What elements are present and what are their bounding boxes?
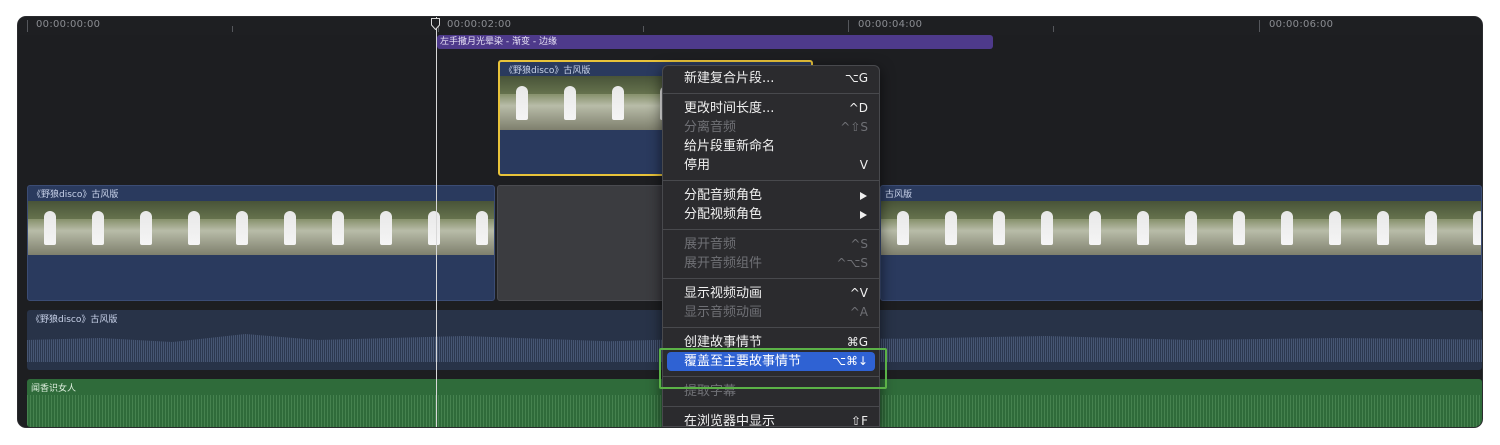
menu-separator	[663, 327, 879, 328]
menu-item-detach-audio: 分离音频 ^⇧S	[684, 120, 868, 135]
primary-video-clip-left[interactable]: 《野狼disco》古风版	[27, 185, 495, 301]
audio-clip-label: 《野狼disco》古风版	[31, 315, 118, 325]
time-ruler[interactable]: 00:00:00:00 00:00:02:00 00:00:04:00 00:0…	[18, 17, 1482, 35]
menu-separator	[663, 93, 879, 94]
submenu-arrow-icon	[860, 192, 867, 200]
clip-thumbnails	[881, 201, 1481, 255]
menu-item-reveal-in-browser[interactable]: 在浏览器中显示 ⇧F	[663, 412, 879, 426]
menu-item-show-video-animation[interactable]: 显示视频动画 ^V	[663, 284, 879, 303]
submenu-arrow-icon	[860, 211, 867, 219]
menu-separator	[663, 229, 879, 230]
timecode-0: 00:00:00:00	[36, 19, 101, 30]
annotation-highlight-box	[659, 348, 887, 389]
menu-item-change-duration[interactable]: 更改时间长度... ^D	[663, 99, 879, 118]
playhead-handle-icon[interactable]	[431, 18, 440, 30]
menu-separator	[663, 406, 879, 407]
menu-item-expand-audio: 展开音频 ^S	[684, 237, 868, 252]
menu-separator	[663, 180, 879, 181]
timecode-4: 00:00:04:00	[858, 19, 923, 30]
menu-item-assign-video-roles[interactable]: 分配视频角色	[663, 205, 879, 224]
primary-clip-right-label: 古风版	[885, 190, 913, 200]
timecode-6: 00:00:06:00	[1269, 19, 1334, 30]
menu-item-rename-clip[interactable]: 给片段重新命名	[663, 137, 879, 156]
transition-label: 左手撒月光晕染 - 渐变 - 边缘	[440, 37, 557, 47]
menu-item-new-compound-clip[interactable]: 新建复合片段... ⌥G	[663, 69, 879, 88]
timecode-2: 00:00:02:00	[447, 19, 512, 30]
menu-item-show-audio-animation: 显示音频动画 ^A	[684, 305, 868, 320]
primary-clip-left-label: 《野狼disco》古风版	[32, 190, 119, 200]
playhead[interactable]	[436, 17, 437, 427]
gap-clip[interactable]	[497, 185, 667, 301]
menu-item-disable[interactable]: 停用 V	[663, 156, 879, 175]
menu-item-assign-audio-roles[interactable]: 分配音频角色	[663, 186, 879, 205]
menu-separator	[663, 278, 879, 279]
primary-video-clip-right[interactable]: 古风版	[880, 185, 1482, 301]
menu-item-expand-audio-components: 展开音频组件 ^⌥S	[684, 256, 868, 271]
transition-clip[interactable]: 左手撒月光晕染 - 渐变 - 边缘	[437, 35, 993, 49]
clip-thumbnails	[28, 201, 494, 255]
connected-clip-label: 《野狼disco》古风版	[504, 66, 591, 76]
music-clip-label: 闻香识女人	[31, 384, 77, 394]
timeline-window: 00:00:00:00 00:00:02:00 00:00:04:00 00:0…	[18, 17, 1482, 427]
